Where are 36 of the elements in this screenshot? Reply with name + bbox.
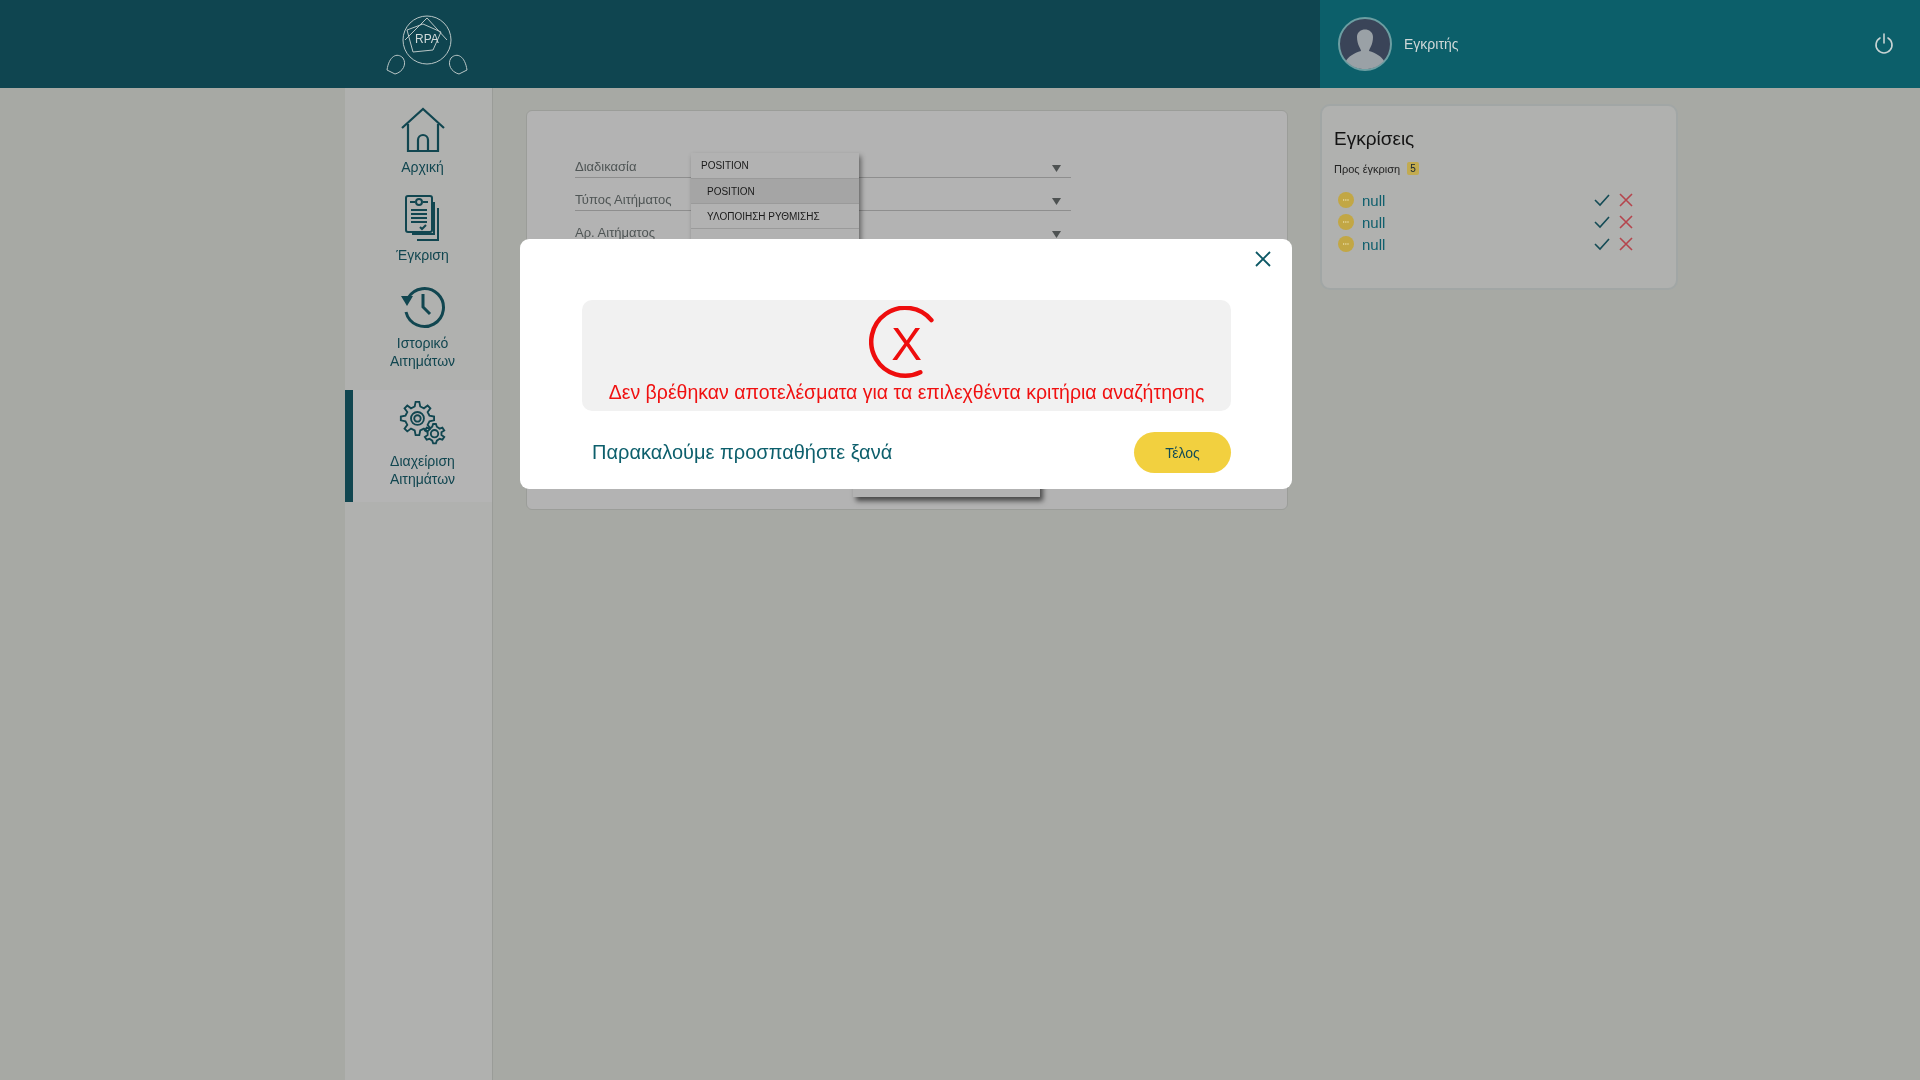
dropdown-arrow-icon xyxy=(1052,231,1061,238)
dropdown-option[interactable]: ΥΛΟΠΟΙΗΣΗ ΡΥΘΜΙΣΗΣ xyxy=(691,204,859,229)
nav-item[interactable]: Ιστορικό Αιτημάτων xyxy=(345,278,492,384)
panel-title: Εγκρίσεις xyxy=(1334,128,1416,150)
approve-check-icon[interactable] xyxy=(1594,192,1610,208)
dropdown-arrow-icon xyxy=(1052,165,1061,172)
nav-label: Ιστορικό Αιτημάτων xyxy=(388,334,457,370)
user-name: Εγκριτής xyxy=(1404,36,1460,52)
power-icon[interactable] xyxy=(1874,33,1894,55)
nav-item[interactable]: Αρχική xyxy=(345,102,492,190)
dropdown-option[interactable]: POSITION xyxy=(691,179,859,204)
nav-item[interactable]: Διαχείριση Αιτημάτων xyxy=(345,390,492,502)
nav-label: Έγκριση xyxy=(396,246,449,264)
count-badge: 5 xyxy=(1407,162,1419,175)
error-message: Δεν βρέθηκαν αποτελέσματα για τα επιλεχθέντα κριτήρια αναζήτησης xyxy=(608,381,1205,404)
nav-label: Διαχείριση Αιτημάτων xyxy=(388,452,457,488)
reject-close-icon[interactable] xyxy=(1618,214,1634,230)
reject-close-icon[interactable] xyxy=(1618,236,1634,252)
pending-status-icon xyxy=(1338,214,1354,230)
done-button[interactable]: Τέλος xyxy=(1134,432,1231,473)
pending-status-icon xyxy=(1338,192,1354,208)
nav-label: Αρχική xyxy=(401,158,444,176)
close-icon[interactable] xyxy=(1255,251,1271,267)
approval-item-link[interactable]: null xyxy=(1362,235,1586,253)
rpa-logo: RPA xyxy=(383,10,471,78)
nav-item[interactable]: Έγκριση xyxy=(345,190,492,278)
retry-hint: Παρακαλούμε προσπαθήστε ξανά xyxy=(592,441,893,464)
approval-item-link[interactable]: null xyxy=(1362,191,1586,209)
approve-check-icon[interactable] xyxy=(1594,214,1610,230)
pending-label: Προς έγκριση xyxy=(1334,162,1401,175)
approve-check-icon[interactable] xyxy=(1594,236,1610,252)
pending-status-icon xyxy=(1338,236,1354,252)
reject-close-icon[interactable] xyxy=(1618,192,1634,208)
user-avatar xyxy=(1338,17,1392,71)
approval-item-link[interactable]: null xyxy=(1362,213,1586,231)
dropdown-arrow-icon xyxy=(1052,198,1061,205)
